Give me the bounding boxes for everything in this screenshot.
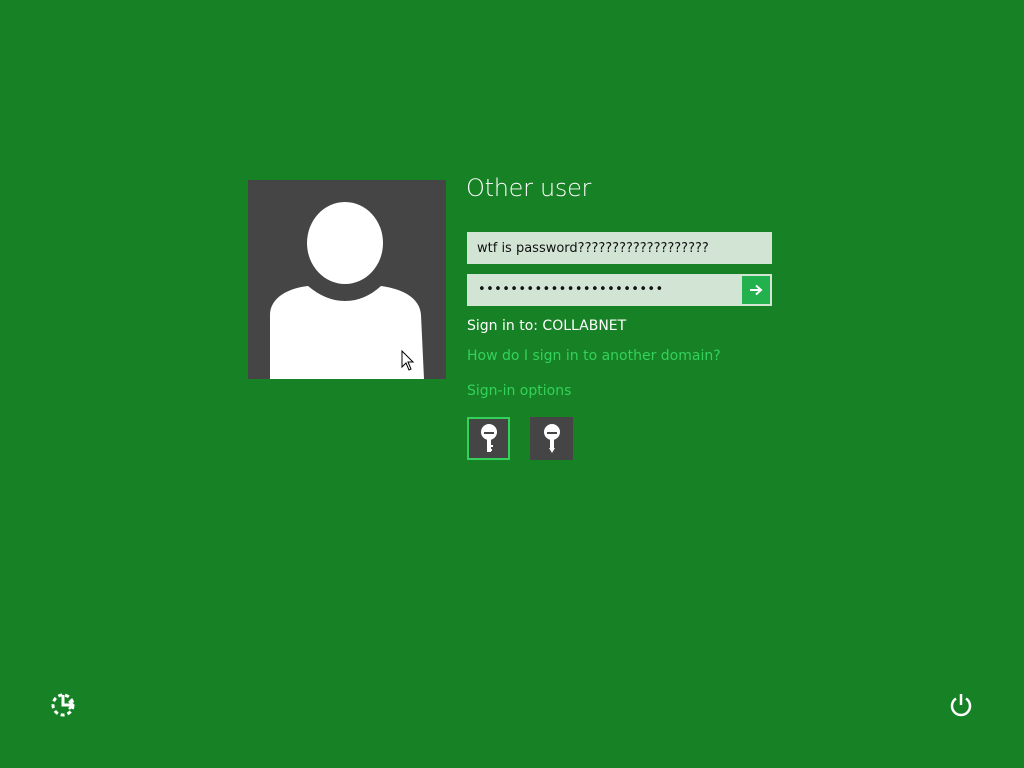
arrow-right-icon [750,284,763,296]
sign-in-options-link[interactable]: Sign-in options [467,383,571,399]
user-avatar [248,180,446,379]
password-input[interactable]: ••••••••••••••••••••••• [478,276,664,304]
mouse-cursor-icon [401,349,415,376]
ease-of-access-button[interactable] [48,690,78,720]
domain-help-link[interactable]: How do I sign in to another domain? [467,348,721,364]
submit-button[interactable] [742,276,770,304]
lock-screen: Other user ••••••••••••••••••••••• Sign … [0,0,1024,768]
power-icon [950,694,972,717]
username-field[interactable] [467,232,772,264]
user-name: Other user [466,174,592,202]
ease-of-access-icon [51,693,75,717]
password-field[interactable]: ••••••••••••••••••••••• [467,274,772,306]
sign-in-option-password[interactable] [467,417,510,460]
key-icon [543,423,560,453]
sign-in-domain-label: Sign in to: COLLABNET [467,318,627,334]
sign-in-option-key[interactable] [530,417,573,460]
username-input[interactable] [467,232,772,264]
user-silhouette-icon [270,202,424,379]
power-button[interactable] [946,690,976,720]
key-icon [480,423,497,452]
